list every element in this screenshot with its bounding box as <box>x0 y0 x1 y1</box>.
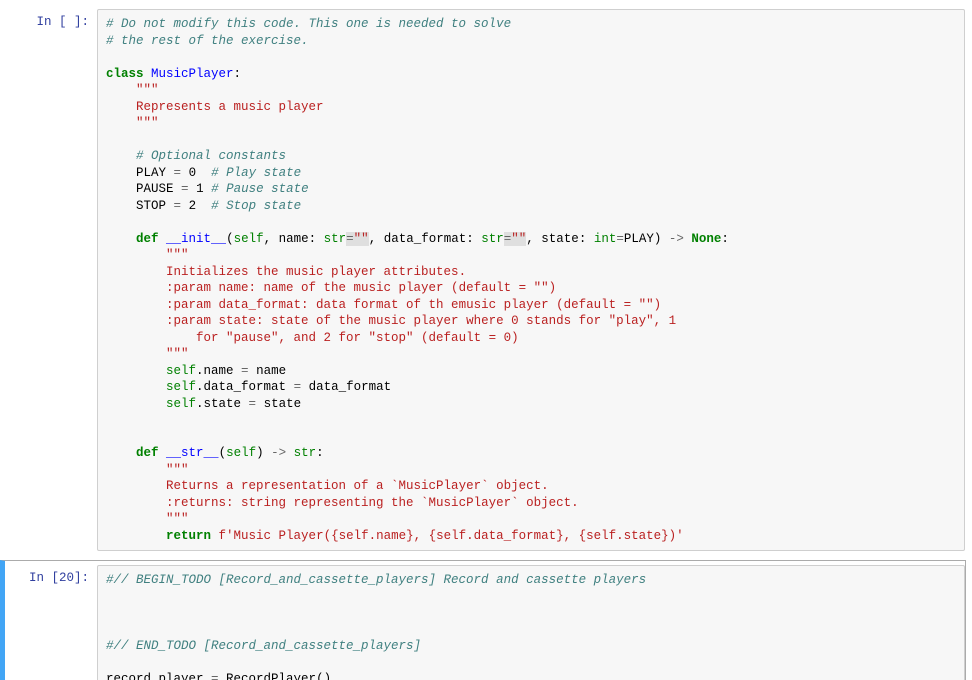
docstring-quote: """ <box>136 83 159 97</box>
docstring: :param state: state of the music player … <box>166 314 676 328</box>
punct: ( <box>219 446 227 460</box>
punct: : <box>721 232 729 246</box>
docstring: Initializes the music player attributes. <box>166 265 466 279</box>
type: None <box>691 232 721 246</box>
docstring-quote: """ <box>166 347 189 361</box>
kw-return: return <box>166 529 211 543</box>
type: int <box>594 232 617 246</box>
comment: # Stop state <box>211 199 301 213</box>
default: ="" <box>346 232 369 246</box>
input-prompt: In [ ]: <box>5 9 97 551</box>
docstring: :param name: name of the music player (d… <box>166 281 556 295</box>
punct: : <box>466 232 481 246</box>
comment: #// END_TODO [Record_and_cassette_player… <box>106 639 421 653</box>
fn-name: __str__ <box>166 446 219 460</box>
class-name: MusicPlayer <box>151 67 234 81</box>
type: str <box>324 232 347 246</box>
arrow: -> <box>264 446 294 460</box>
id: PAUSE <box>136 182 174 196</box>
docstring: :param data_format: data format of th em… <box>166 298 661 312</box>
punct: : <box>309 232 324 246</box>
op: = <box>181 182 189 196</box>
param: state <box>541 232 579 246</box>
param: name <box>279 232 309 246</box>
input-prompt: In [20]: <box>5 565 97 680</box>
punct: ( <box>226 232 234 246</box>
param: data_format <box>384 232 467 246</box>
docstring: Returns a representation of a `MusicPlay… <box>166 479 549 493</box>
op: = <box>616 232 624 246</box>
self: self <box>234 232 264 246</box>
punct: , <box>264 232 279 246</box>
type: str <box>294 446 317 460</box>
punct: : <box>234 67 242 81</box>
punct: : <box>579 232 594 246</box>
docstring: Represents a music player <box>136 100 324 114</box>
self: self <box>226 446 256 460</box>
code-line: record_player <box>106 672 211 680</box>
comment: # Play state <box>211 166 301 180</box>
punct: , <box>369 232 384 246</box>
code-editor[interactable]: #// BEGIN_TODO [Record_and_cassette_play… <box>97 565 965 680</box>
arrow: -> <box>661 232 691 246</box>
id: PLAY <box>136 166 166 180</box>
punct: ) <box>256 446 264 460</box>
notebook-container: In [ ]: # Do not modify this code. This … <box>0 0 972 680</box>
id: STOP <box>136 199 166 213</box>
type: str <box>481 232 504 246</box>
comment: # Pause state <box>211 182 309 196</box>
code-cell-2[interactable]: In [20]: #// BEGIN_TODO [Record_and_cass… <box>0 560 966 680</box>
self: self <box>166 364 196 378</box>
code-cell-1[interactable]: In [ ]: # Do not modify this code. This … <box>0 4 966 556</box>
self: self <box>166 397 196 411</box>
punct: , <box>526 232 541 246</box>
kw-def: def <box>136 232 159 246</box>
docstring-quote: """ <box>166 463 189 477</box>
docstring-quote: """ <box>136 116 159 130</box>
op: = <box>174 199 182 213</box>
op: = <box>174 166 182 180</box>
comment: #// BEGIN_TODO [Record_and_cassette_play… <box>106 573 646 587</box>
kw-class: class <box>106 67 144 81</box>
kw-def: def <box>136 446 159 460</box>
comment: # Do not modify this code. This one is n… <box>106 17 511 31</box>
docstring-quote: """ <box>166 512 189 526</box>
num: 1 <box>196 182 204 196</box>
comment: # the rest of the exercise. <box>106 34 309 48</box>
comment: # Optional constants <box>136 149 286 163</box>
docstring: for "pause", and 2 for "stop" (default =… <box>166 331 519 345</box>
num: 2 <box>189 199 197 213</box>
self: self <box>166 380 196 394</box>
id: PLAY <box>624 232 654 246</box>
default: ="" <box>504 232 527 246</box>
fn-name: __init__ <box>166 232 226 246</box>
fstring: f'Music Player({self.name}, {self.data_f… <box>219 529 684 543</box>
code-editor[interactable]: # Do not modify this code. This one is n… <box>97 9 965 551</box>
docstring-quote: """ <box>166 248 189 262</box>
punct: : <box>316 446 324 460</box>
num: 0 <box>189 166 197 180</box>
docstring: :returns: string representing the `Music… <box>166 496 579 510</box>
